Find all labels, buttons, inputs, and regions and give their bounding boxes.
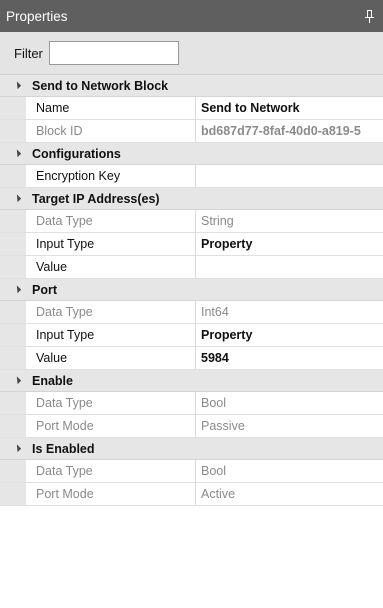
property-row[interactable]: Encryption Key [0,165,383,188]
panel-title: Properties [6,8,68,24]
property-name: Port Mode [26,483,196,505]
category-header[interactable]: Send to Network Block [0,75,383,97]
row-gutter [0,392,26,414]
property-name: Encryption Key [26,165,196,187]
property-name: Port Mode [26,415,196,437]
row-gutter [0,256,26,278]
property-name: Value [26,256,196,278]
filter-label: Filter [14,45,43,61]
property-name: Value [26,347,196,369]
row-gutter [0,483,26,505]
property-row[interactable]: Port Mode Passive [0,415,383,438]
row-gutter [0,165,26,187]
category-name: Configurations [32,146,121,161]
property-value[interactable]: Active [196,483,383,505]
property-row[interactable]: Port Mode Active [0,483,383,506]
property-value[interactable]: 5984 [196,347,383,369]
filter-bar: Filter [0,32,383,75]
property-value[interactable]: Int64 [196,301,383,323]
collapse-triangle-icon[interactable] [0,148,32,157]
row-gutter [0,301,26,323]
filter-input[interactable] [48,41,179,65]
property-value[interactable] [196,256,383,278]
property-value[interactable]: Send to Network [196,97,383,119]
category-header[interactable]: Is Enabled [0,438,383,460]
property-value[interactable]: Passive [196,415,383,437]
category-name: Enable [32,373,73,388]
category-header[interactable]: Port [0,279,383,301]
category-name: Is Enabled [32,441,95,456]
category-name: Target IP Address(es) [32,191,160,206]
property-value[interactable] [196,165,383,187]
property-name: Block ID [26,120,196,142]
property-row[interactable]: Block ID bd687d77-8faf-40d0-a819-5 [0,120,383,143]
panel-titlebar: Properties [0,0,383,32]
pin-icon[interactable] [365,9,375,23]
property-value[interactable]: Bool [196,460,383,482]
property-name: Data Type [26,210,196,232]
row-gutter [0,97,26,119]
row-gutter [0,324,26,346]
property-row[interactable]: Data Type Bool [0,392,383,415]
property-value[interactable]: Property [196,233,383,255]
property-value[interactable]: Property [196,324,383,346]
row-gutter [0,210,26,232]
property-name: Input Type [26,233,196,255]
property-name: Name [26,97,196,119]
collapse-triangle-icon[interactable] [0,284,32,293]
property-row[interactable]: Value [0,256,383,279]
property-row[interactable]: Value 5984 [0,347,383,370]
property-value[interactable]: Bool [196,392,383,414]
property-row[interactable]: Data Type Bool [0,460,383,483]
property-value[interactable]: String [196,210,383,232]
collapse-triangle-icon[interactable] [0,80,32,89]
row-gutter [0,120,26,142]
row-gutter [0,415,26,437]
properties-panel: Properties Filter Send to Network Block N… [0,0,383,608]
category-name: Send to Network Block [32,78,169,93]
property-name: Data Type [26,301,196,323]
property-row[interactable]: Data Type Int64 [0,301,383,324]
property-row[interactable]: Name Send to Network [0,97,383,120]
property-grid: Send to Network Block Name Send to Network… [0,75,383,506]
row-gutter [0,347,26,369]
category-header[interactable]: Target IP Address(es) [0,188,383,210]
collapse-triangle-icon[interactable] [0,375,32,384]
category-name: Port [32,282,57,297]
property-name: Data Type [26,460,196,482]
collapse-triangle-icon[interactable] [0,193,32,202]
row-gutter [0,460,26,482]
property-value[interactable]: bd687d77-8faf-40d0-a819-5 [196,120,383,142]
property-name: Data Type [26,392,196,414]
property-row[interactable]: Input Type Property [0,233,383,256]
property-name: Input Type [26,324,196,346]
category-header[interactable]: Configurations [0,143,383,165]
row-gutter [0,233,26,255]
property-row[interactable]: Input Type Property [0,324,383,347]
collapse-triangle-icon[interactable] [0,443,32,452]
category-header[interactable]: Enable [0,370,383,392]
property-row[interactable]: Data Type String [0,210,383,233]
